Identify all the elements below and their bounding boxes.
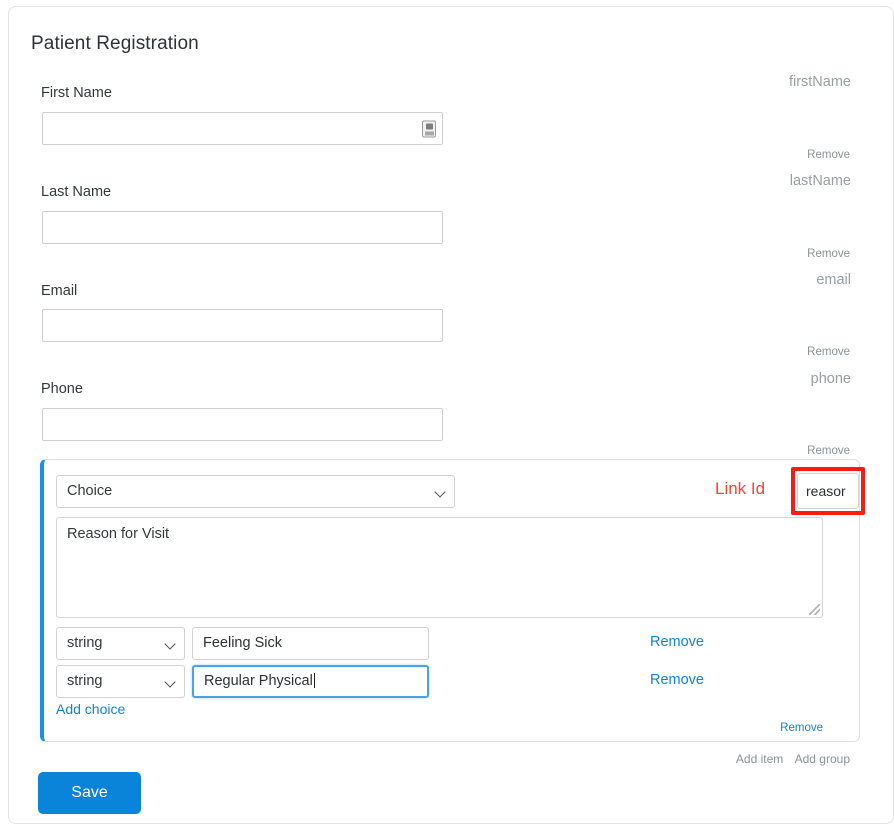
choice-type-select[interactable]: string xyxy=(56,665,185,698)
choice-row: string Feeling Sick Remove xyxy=(56,627,826,660)
add-item-link[interactable]: Add item xyxy=(736,752,783,766)
choice-value-text: Feeling Sick xyxy=(203,635,282,651)
item-type-select[interactable]: Choice xyxy=(56,475,455,508)
remove-email[interactable]: Remove xyxy=(710,346,850,358)
choice-type-value: string xyxy=(67,635,102,651)
add-group-link[interactable]: Add group xyxy=(795,752,850,766)
field-label-email: Email xyxy=(41,283,77,299)
resize-handle-icon[interactable] xyxy=(809,604,820,615)
remove-choice-link[interactable]: Remove xyxy=(650,672,704,688)
link-id-highlight-box xyxy=(791,467,865,515)
email-input[interactable] xyxy=(42,309,443,342)
link-id-email: email xyxy=(651,272,851,288)
link-id-last-name: lastName xyxy=(651,173,851,189)
add-choice-link[interactable]: Add choice xyxy=(56,701,125,717)
link-id-phone: phone xyxy=(651,371,851,387)
add-links-bar: Add item Add group xyxy=(728,752,850,766)
autofill-contact-icon[interactable] xyxy=(422,120,436,137)
field-label-phone: Phone xyxy=(41,381,83,397)
choice-value-text: Regular Physical xyxy=(204,673,313,689)
first-name-input[interactable] xyxy=(42,112,443,145)
remove-first-name[interactable]: Remove xyxy=(710,149,850,161)
remove-phone[interactable]: Remove xyxy=(710,445,850,457)
field-label-first-name: First Name xyxy=(41,85,112,101)
item-text-textarea[interactable]: Reason for Visit xyxy=(56,517,823,618)
choice-value-input[interactable]: Regular Physical xyxy=(192,665,429,698)
page-title: Patient Registration xyxy=(31,33,199,55)
phone-input[interactable] xyxy=(42,408,443,441)
chevron-down-icon xyxy=(164,638,175,649)
field-label-last-name: Last Name xyxy=(41,184,111,200)
link-id-label: Link Id xyxy=(715,479,765,499)
choice-value-input[interactable]: Feeling Sick xyxy=(192,627,429,660)
item-text-value: Reason for Visit xyxy=(67,526,169,542)
item-type-value: Choice xyxy=(67,483,112,499)
text-caret xyxy=(314,673,315,688)
save-button[interactable]: Save xyxy=(38,772,141,814)
remove-choice-link[interactable]: Remove xyxy=(650,634,704,650)
chevron-down-icon xyxy=(164,676,175,687)
remove-last-name[interactable]: Remove xyxy=(710,248,850,260)
choice-type-select[interactable]: string xyxy=(56,627,185,660)
form-builder-card: Patient Registration First Name firstNam… xyxy=(8,6,894,824)
remove-group-link[interactable]: Remove xyxy=(761,722,823,734)
last-name-input[interactable] xyxy=(42,211,443,244)
chevron-down-icon xyxy=(434,486,445,497)
link-id-first-name: firstName xyxy=(651,74,851,90)
choice-row: string Regular Physical Remove xyxy=(56,665,826,698)
choice-type-value: string xyxy=(67,673,102,689)
